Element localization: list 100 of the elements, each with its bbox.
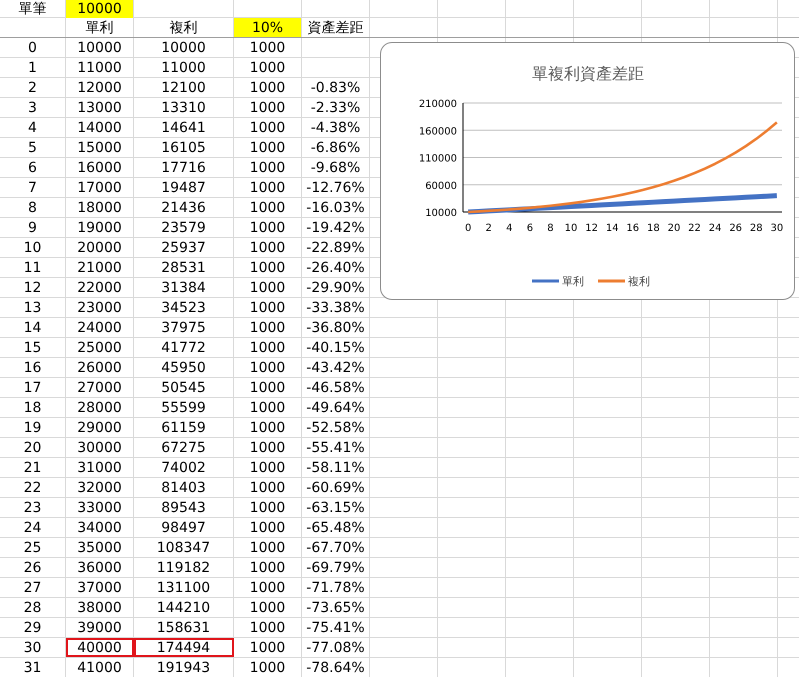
table-cell: 39000 <box>77 620 122 636</box>
table-cell: 1000 <box>250 80 286 96</box>
table-cell: 23579 <box>161 220 206 236</box>
row-number: 1 <box>28 60 37 76</box>
axis-label: 18 <box>647 223 660 234</box>
row-number: 2 <box>28 80 37 96</box>
axis-label: 6 <box>526 223 534 234</box>
table-cell: 16000 <box>77 160 122 176</box>
table-cell: 89543 <box>161 500 206 516</box>
table-cell: 17716 <box>161 160 206 176</box>
table-cell: 37000 <box>77 580 122 596</box>
table-cell: 15000 <box>77 140 122 156</box>
table-cell: -40.15% <box>306 340 365 356</box>
legend-label: 單利 <box>562 275 584 288</box>
table-cell: -52.58% <box>306 420 365 436</box>
axis-label: 0 <box>464 223 472 234</box>
table-cell: -33.38% <box>306 300 365 316</box>
table-cell: 41772 <box>161 340 206 356</box>
table-cell: -69.79% <box>306 560 365 576</box>
row-number: 12 <box>24 280 42 296</box>
table-cell: -12.76% <box>306 180 365 196</box>
axis-label: 10 <box>564 223 578 234</box>
table-cell: 1000 <box>250 460 286 476</box>
table-cell: 17000 <box>77 180 122 196</box>
axis-label: 20 <box>668 223 680 234</box>
row-number: 24 <box>24 520 42 536</box>
table-cell: 191943 <box>156 660 210 676</box>
table-cell: -55.41% <box>306 440 365 456</box>
table-cell: -26.40% <box>306 260 365 276</box>
table-cell: 1000 <box>250 660 286 676</box>
chart-title: 單複利資產差距 <box>532 64 644 83</box>
row-number: 18 <box>24 400 42 416</box>
table-cell: 1000 <box>250 320 286 336</box>
axis-label: 12 <box>585 223 598 234</box>
table-cell: -73.65% <box>306 600 365 616</box>
table-cell: 30000 <box>77 440 122 456</box>
table-cell: 31000 <box>77 460 122 476</box>
table-cell: 38000 <box>77 600 122 616</box>
axis-label: 160000 <box>418 126 457 138</box>
row-number: 23 <box>24 500 42 516</box>
row-number: 0 <box>28 40 37 56</box>
table-cell: 144210 <box>156 600 210 616</box>
table-cell: 81403 <box>161 480 206 496</box>
table-cell: 108347 <box>156 540 210 556</box>
row-number: 29 <box>24 620 42 636</box>
row-number: 26 <box>24 560 42 576</box>
row-number: 17 <box>24 380 42 396</box>
table-cell: 1000 <box>250 160 286 176</box>
table-cell: 1000 <box>250 220 286 236</box>
table-cell: 67275 <box>161 440 206 456</box>
table-cell: 10000 <box>77 1 122 17</box>
table-cell: 21000 <box>77 260 122 276</box>
axis-label: 4 <box>506 223 512 234</box>
axis-label: 26 <box>729 223 742 234</box>
row-number: 15 <box>24 340 42 356</box>
table-cell: -16.03% <box>306 200 365 216</box>
table-cell: 12100 <box>161 80 206 96</box>
axis-label: 24 <box>708 223 722 234</box>
table-cell: 1000 <box>250 540 286 556</box>
axis-label: 10000 <box>425 208 457 219</box>
table-cell: 131100 <box>156 580 210 596</box>
table-cell: 28531 <box>161 260 206 276</box>
table-cell: 1000 <box>250 600 286 616</box>
axis-label: 8 <box>547 223 554 234</box>
table-cell: 16105 <box>161 140 206 156</box>
row-number: 28 <box>24 600 42 616</box>
table-cell: 1000 <box>250 400 286 416</box>
row-number: 22 <box>24 480 42 496</box>
column-header: 單利 <box>86 18 114 36</box>
table-cell: 單筆 <box>18 0 46 18</box>
table-cell: 31384 <box>161 280 206 296</box>
table-cell: 33000 <box>77 500 122 516</box>
row-number: 5 <box>28 140 37 156</box>
axis-label: 210000 <box>418 99 457 110</box>
table-cell: 1000 <box>250 140 286 156</box>
table-cell: -22.89% <box>306 240 365 256</box>
row-number: 7 <box>28 180 37 196</box>
row-number: 11 <box>24 260 42 276</box>
table-cell: 119182 <box>156 560 210 576</box>
table-cell: 13310 <box>161 100 206 116</box>
table-cell: 98497 <box>161 520 206 536</box>
row-number: 19 <box>24 420 42 436</box>
table-cell: 34000 <box>77 520 122 536</box>
table-cell: 14000 <box>77 120 122 136</box>
table-cell: 1000 <box>250 240 286 256</box>
table-cell: 35000 <box>77 540 122 556</box>
table-cell: 1000 <box>250 280 286 296</box>
table-cell: -6.86% <box>310 140 360 156</box>
table-cell: 11000 <box>77 60 122 76</box>
row-number: 9 <box>28 220 37 236</box>
table-cell: -46.58% <box>306 380 365 396</box>
table-cell: 1000 <box>250 420 286 436</box>
table-cell: 22000 <box>77 280 122 296</box>
table-cell: 1000 <box>250 360 286 376</box>
table-cell: -2.33% <box>310 100 360 116</box>
table-cell: 18000 <box>77 200 122 216</box>
table-cell: -36.80% <box>306 320 365 336</box>
table-cell: -78.64% <box>306 660 365 676</box>
axis-label: 110000 <box>418 154 457 164</box>
table-cell: 1000 <box>250 500 286 516</box>
